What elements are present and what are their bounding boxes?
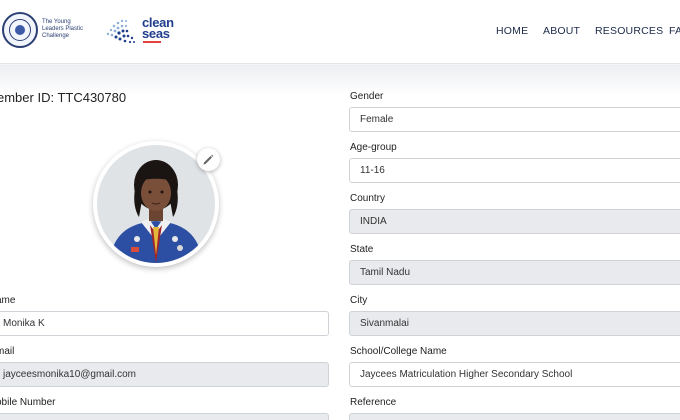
member-id: ember ID: TTC430780 [0,90,127,105]
state-input[interactable]: Tamil Nadu [349,260,680,285]
name-label: ame [0,295,16,306]
school-input[interactable]: Jaycees Matriculation Higher Secondary S… [349,362,680,387]
email-label: mail [0,346,15,357]
country-input[interactable]: INDIA [349,209,680,234]
clean-seas-wave-icon[interactable] [104,16,140,46]
city-input[interactable]: Sivanmalai [349,311,680,336]
edit-photo-button[interactable] [197,148,220,171]
clean-seas-accent [143,41,161,43]
mobile-label: obile Number [0,397,56,408]
reference-input[interactable] [349,413,680,420]
city-label: City [350,295,368,306]
gender-select[interactable]: Female [349,107,680,132]
young-leaders-logo-icon[interactable] [2,12,38,48]
nav-faq[interactable]: FA [669,25,680,37]
state-label: State [350,244,374,255]
nav-about[interactable]: ABOUT [543,25,580,37]
young-leaders-logo-text: The Young Leaders Plastic Challenge [42,19,84,39]
reference-label: Reference [350,397,397,408]
nav-home[interactable]: HOME [496,25,528,37]
mobile-input[interactable] [0,413,329,420]
nav-resources[interactable]: RESOURCES [595,25,663,37]
age-group-select[interactable]: 11-16 [349,158,680,183]
school-label: School/College Name [350,346,447,357]
pencil-icon [203,154,214,165]
clean-seas-logo-text: clean seas [142,15,174,41]
country-label: Country [350,193,386,204]
email-input[interactable]: jayceesmonika10@gmail.com [0,362,329,387]
gender-label: Gender [350,91,384,102]
name-input[interactable]: Monika K [0,311,329,336]
age-group-label: Age-group [350,142,397,153]
